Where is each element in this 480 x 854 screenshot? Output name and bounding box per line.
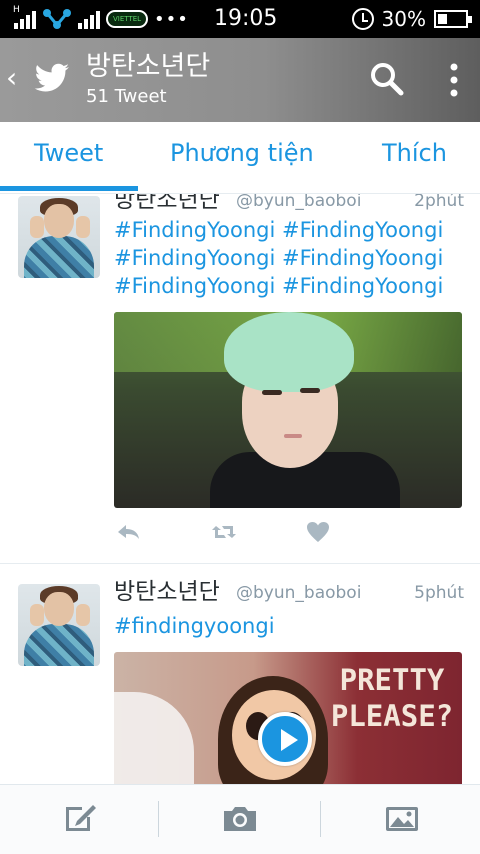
more-vertical-icon[interactable]	[440, 62, 468, 98]
tab-tweet[interactable]: Tweet	[34, 136, 103, 170]
share-network-icon	[43, 9, 71, 29]
retweet-icon[interactable]	[210, 518, 238, 546]
hashtag-line[interactable]: #findingyoongi	[114, 612, 464, 640]
clock: 19:05	[214, 6, 278, 31]
alarm-icon	[351, 8, 374, 30]
tab-media[interactable]: Phương tiện	[170, 136, 314, 170]
active-tab-indicator	[0, 186, 138, 191]
back-icon[interactable]: ‹	[6, 64, 17, 92]
timeline[interactable]: 방탄소년단 @byun_baoboi 2phút #FindingYoongi …	[0, 194, 480, 784]
signal-icon-2	[78, 9, 100, 29]
hashtag-line[interactable]: #FindingYoongi #FindingYoongi	[114, 272, 464, 300]
video-caption-text: PRETTY PLEASE?	[330, 663, 454, 733]
tab-likes[interactable]: Thích	[382, 136, 447, 170]
tweet-header: 방탄소년단 @byun_baoboi 5phút	[114, 578, 464, 606]
signal-icon: H	[13, 5, 36, 29]
search-icon[interactable]	[370, 62, 404, 96]
toolbar-divider	[320, 801, 321, 837]
tweet-header: 방탄소년단 @byun_baoboi 2phút	[114, 194, 464, 214]
compose-icon[interactable]	[60, 801, 100, 837]
tweet[interactable]: 방탄소년단 @byun_baoboi 2phút #FindingYoongi …	[0, 194, 480, 564]
tweet-author-handle[interactable]: @byun_baoboi	[236, 194, 361, 213]
status-left: H VIETTEL •••	[13, 5, 189, 32]
battery-percent: 30%	[381, 7, 426, 31]
image-icon[interactable]	[382, 801, 422, 837]
twitter-bird-icon	[34, 63, 69, 92]
tweet-text: #findingyoongi	[114, 612, 464, 640]
tweet-timestamp: 2phút	[414, 194, 464, 211]
tweet-author-handle[interactable]: @byun_baoboi	[236, 581, 361, 605]
more-notifications-icon: •••	[154, 8, 189, 30]
tweet[interactable]: 방탄소년단 @byun_baoboi 5phút #findingyoongi …	[0, 578, 480, 784]
hashtag-line[interactable]: #FindingYoongi #FindingYoongi	[114, 244, 464, 272]
tweet-author-name[interactable]: 방탄소년단	[114, 194, 220, 214]
avatar[interactable]	[18, 584, 100, 666]
tweet-count: 51 Tweet	[86, 86, 167, 107]
carrier-logo: VIETTEL	[106, 10, 148, 28]
network-type: H	[13, 5, 20, 15]
camera-icon[interactable]	[220, 801, 260, 837]
tweet-photo[interactable]	[114, 312, 462, 508]
tweet-timestamp: 5phút	[414, 583, 464, 603]
profile-title: 방탄소년단	[86, 51, 211, 82]
status-right: 30%	[351, 6, 472, 32]
battery-icon	[434, 10, 472, 28]
avatar[interactable]	[18, 196, 100, 278]
play-icon[interactable]	[258, 712, 312, 766]
toolbar-divider	[158, 801, 159, 837]
bottom-toolbar	[0, 784, 480, 854]
heart-icon[interactable]	[304, 518, 332, 546]
tweet-video[interactable]: PRETTY PLEASE?	[114, 652, 462, 784]
reply-icon[interactable]	[114, 518, 142, 546]
status-bar: H VIETTEL ••• 19:05 30%	[0, 0, 480, 38]
tweet-actions	[114, 518, 462, 548]
tweet-author-name[interactable]: 방탄소년단	[114, 578, 220, 606]
tab-bar: Tweet Phương tiện Thích	[0, 122, 480, 194]
app-bar: ‹ 방탄소년단 51 Tweet	[0, 38, 480, 122]
tweet-text: #FindingYoongi #FindingYoongi #FindingYo…	[114, 216, 464, 300]
hashtag-line[interactable]: #FindingYoongi #FindingYoongi	[114, 216, 464, 244]
